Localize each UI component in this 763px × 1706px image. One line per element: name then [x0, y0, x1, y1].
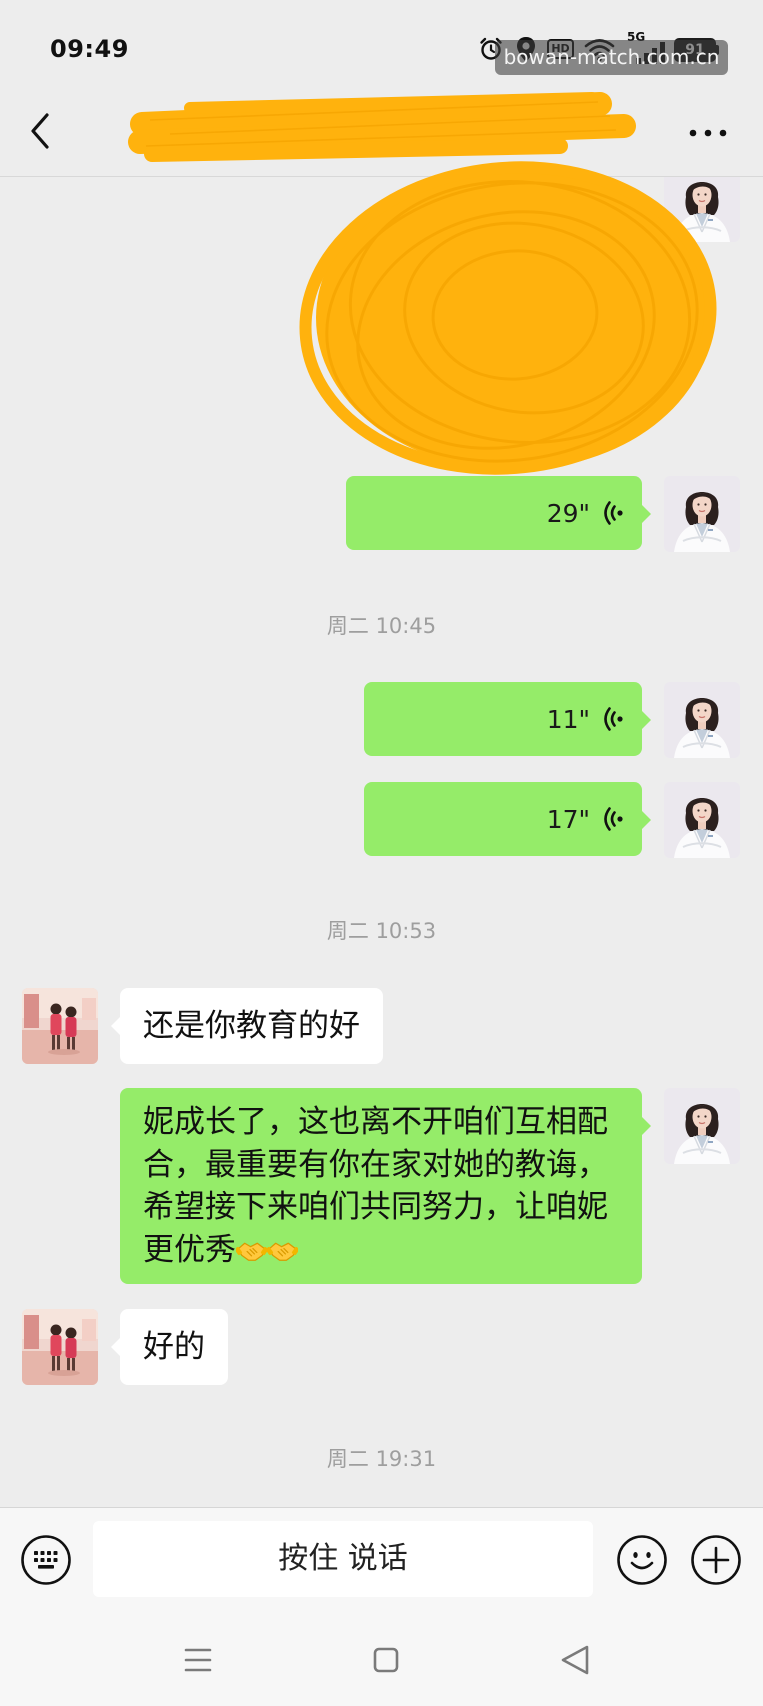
voice-duration: 17": [546, 804, 590, 834]
message-text: 还是你教育的好: [143, 1008, 360, 1044]
message-text: 好的: [143, 1329, 205, 1365]
message-timestamp: 周二 10:53: [326, 919, 437, 943]
emoji-icon: [617, 1535, 667, 1585]
more-functions-button[interactable]: [691, 1535, 741, 1585]
emoji-button[interactable]: [617, 1535, 667, 1585]
own-avatar[interactable]: [664, 682, 740, 758]
received-message-bubble[interactable]: 好的: [111, 1309, 228, 1385]
received-message-bubble[interactable]: 还是你教育的好: [111, 988, 383, 1064]
message-timestamp: 周二 19:31: [326, 1447, 437, 1471]
own-avatar[interactable]: [664, 177, 740, 242]
handshake-icon: [236, 1237, 267, 1265]
nav-back-icon[interactable]: [560, 1644, 590, 1676]
message-timestamp: 周二 10:45: [326, 614, 437, 638]
voice-duration: 11": [546, 704, 590, 734]
menu-icon[interactable]: [184, 1646, 212, 1674]
message-list[interactable]: 29" 周二 10:45 11" 17" 周二 10:53 还是你教育的好 妮成…: [0, 177, 763, 1507]
sent-message-bubble[interactable]: 妮成长了，这也离不开咱们互相配合，最重要有你在家对她的教诲，希望接下来咱们共同努…: [120, 1088, 651, 1284]
watermark: bowan-match.com.cn: [495, 40, 728, 75]
message-text: 妮成长了，这也离不开咱们互相配合，最重要有你在家对她的教诲，希望接下来咱们共同努…: [143, 1104, 608, 1268]
voice-wave-icon: [602, 500, 624, 526]
own-avatar[interactable]: [664, 1088, 740, 1164]
voice-wave-icon: [602, 706, 624, 732]
keyboard-toggle-button[interactable]: [21, 1535, 71, 1585]
more-icon[interactable]: [688, 124, 730, 142]
own-avatar[interactable]: [664, 782, 740, 858]
voice-message-bubble[interactable]: 29": [346, 476, 651, 550]
home-icon[interactable]: [372, 1646, 400, 1674]
status-time: 09:49: [50, 35, 129, 63]
chat-screen: 09:49 HD 5G 91 bowan-match.com.cn: [0, 0, 763, 1706]
own-avatar[interactable]: [664, 476, 740, 552]
hold-to-talk-button[interactable]: 按住 说话: [93, 1521, 593, 1597]
voice-wave-icon: [602, 806, 624, 832]
keyboard-icon: [21, 1535, 71, 1585]
contact-avatar[interactable]: [22, 988, 98, 1064]
plus-icon: [691, 1535, 741, 1585]
voice-duration: 29": [546, 498, 590, 528]
contact-avatar[interactable]: [22, 1309, 98, 1385]
voice-message-bubble[interactable]: 11": [364, 682, 651, 756]
handshake-icon: [267, 1237, 298, 1265]
back-icon[interactable]: [28, 112, 52, 150]
voice-message-bubble[interactable]: 17": [364, 782, 651, 856]
